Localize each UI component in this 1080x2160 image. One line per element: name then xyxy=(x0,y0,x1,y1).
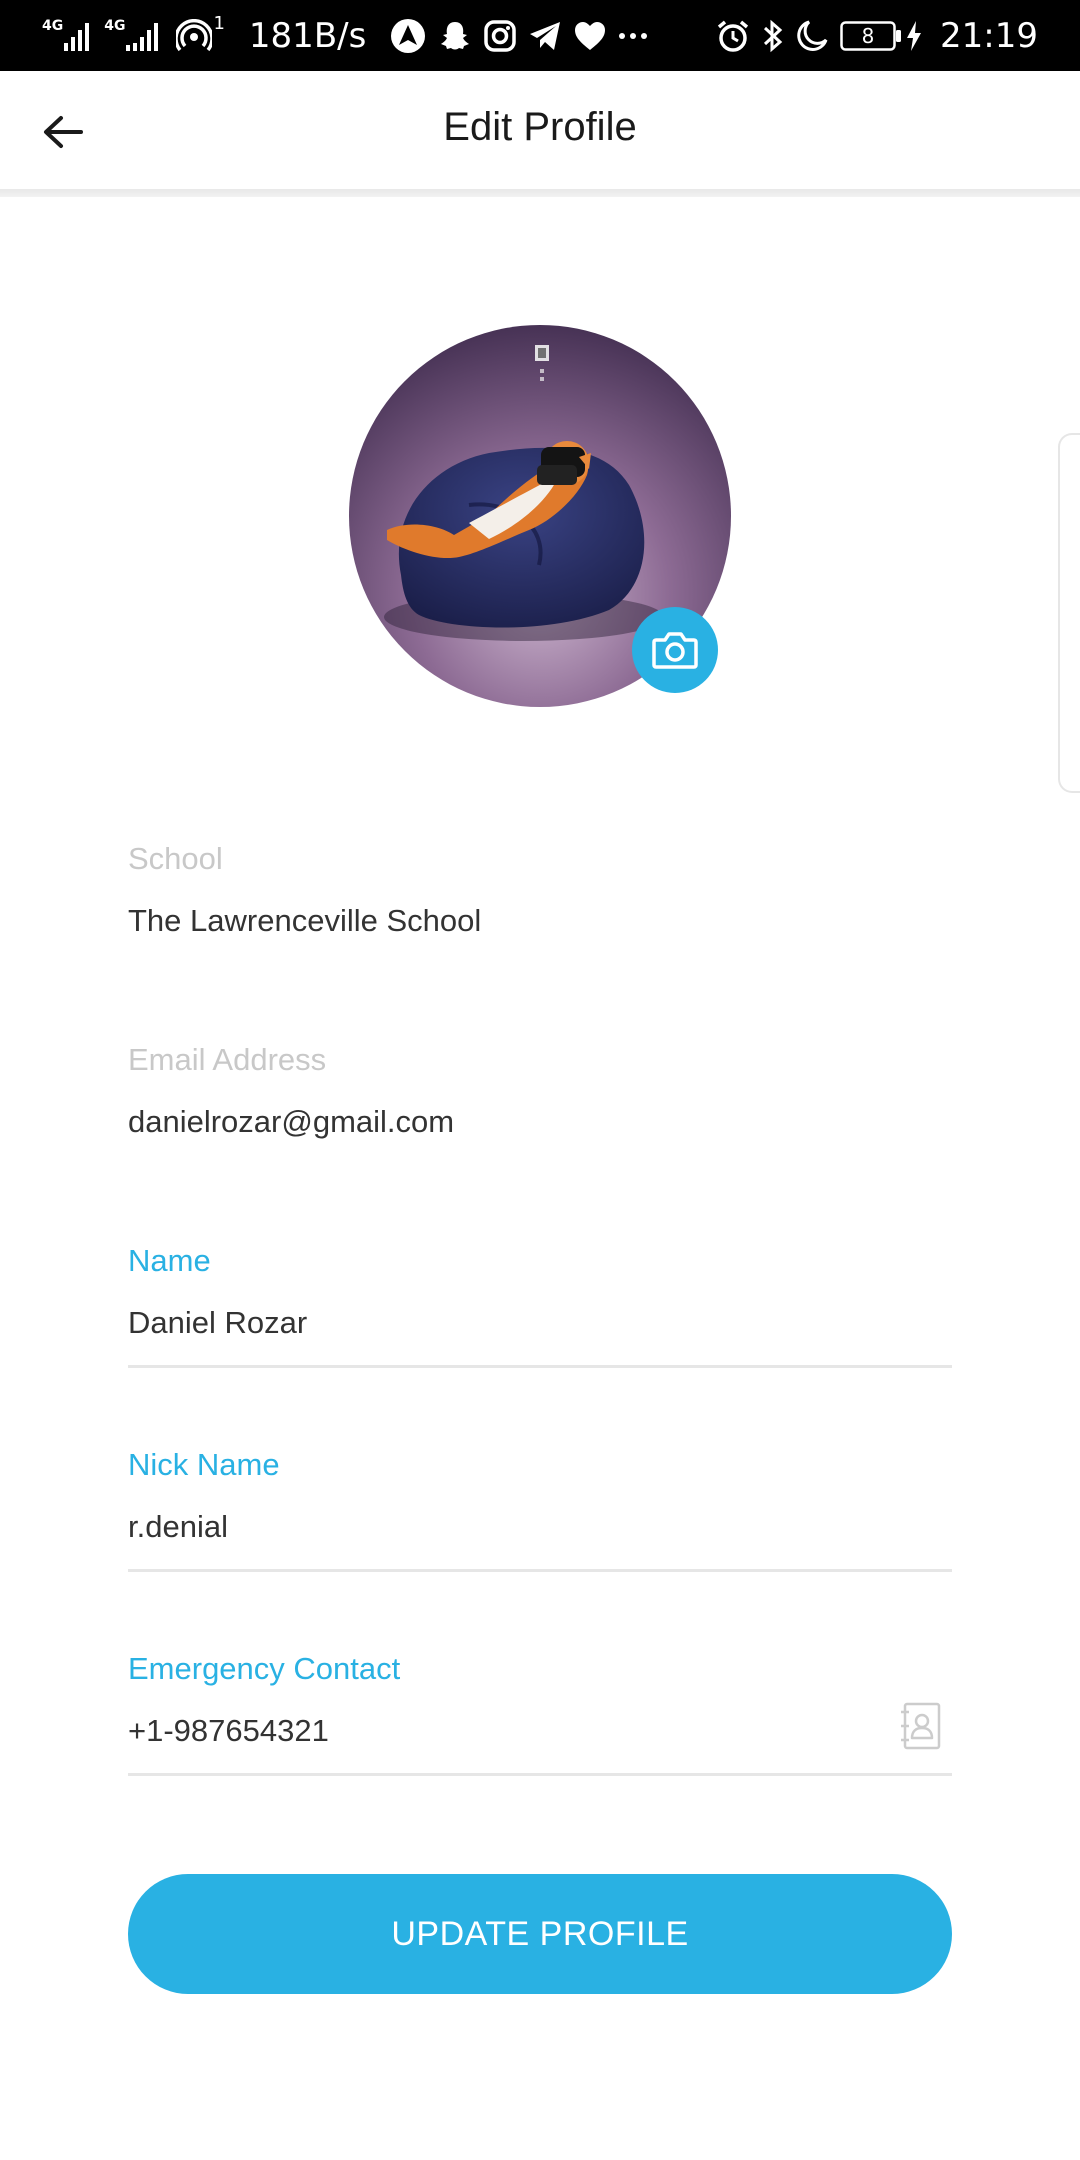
camera-icon xyxy=(652,632,698,669)
cellular-signal-icon: 4G xyxy=(42,17,92,51)
telegram-icon xyxy=(528,20,562,52)
email-label: Email Address xyxy=(128,1042,327,1077)
heart-icon xyxy=(574,21,606,51)
school-value: The Lawrenceville School xyxy=(128,903,482,938)
name-field: Name xyxy=(128,1241,952,1371)
nickname-field: Nick Name xyxy=(128,1445,952,1575)
network-type-label: 4G xyxy=(42,17,64,34)
bluetooth-icon xyxy=(762,19,784,53)
page-title: Edit Profile xyxy=(443,105,637,149)
contacts-book-icon xyxy=(901,1702,941,1750)
pick-contact-button[interactable] xyxy=(898,1699,942,1753)
charging-icon xyxy=(906,20,922,52)
nav-app-icon xyxy=(390,18,426,54)
email-field: Email Address danielrozar@gmail.com xyxy=(128,1040,952,1160)
app-bar-divider xyxy=(0,189,1080,197)
email-value: danielrozar@gmail.com xyxy=(128,1104,455,1139)
cellular-signal-2-icon: 4G xyxy=(104,17,164,51)
network-type-label-2: 4G xyxy=(104,17,126,34)
network-speed: 181B/s xyxy=(248,15,367,56)
moon-icon xyxy=(796,20,828,52)
avatar-section xyxy=(349,325,731,707)
battery-icon: 8 xyxy=(840,20,902,51)
app-bar: Edit Profile xyxy=(0,71,1080,189)
update-profile-button[interactable]: UPDATE PROFILE xyxy=(128,1874,952,1994)
snapchat-icon xyxy=(438,19,472,53)
emergency-contact-field: Emergency Contact xyxy=(128,1649,952,1779)
school-label: School xyxy=(128,841,223,876)
instagram-icon xyxy=(484,19,517,52)
more-icon xyxy=(618,32,648,40)
side-edge-handle[interactable] xyxy=(1058,433,1080,793)
status-bar: 4G 4G 1 181B/s 8 21:19 xyxy=(0,0,1080,71)
nickname-input[interactable] xyxy=(128,1503,868,1551)
emergency-contact-underline xyxy=(128,1773,952,1776)
status-bar-right: 8 21:19 xyxy=(716,0,1038,71)
name-underline xyxy=(128,1365,952,1368)
hotspot-icon: 1 xyxy=(176,13,225,53)
hotspot-count: 1 xyxy=(213,13,225,34)
emergency-contact-label: Emergency Contact xyxy=(128,1651,401,1686)
clock: 21:19 xyxy=(940,15,1038,56)
name-input[interactable] xyxy=(128,1299,868,1347)
emergency-contact-input[interactable] xyxy=(128,1707,828,1755)
school-field: School The Lawrenceville School xyxy=(128,839,952,959)
nickname-underline xyxy=(128,1569,952,1572)
name-label: Name xyxy=(128,1243,211,1278)
change-photo-button[interactable] xyxy=(632,607,718,693)
status-bar-left: 4G 4G 1 181B/s xyxy=(42,0,660,71)
nickname-label: Nick Name xyxy=(128,1447,280,1482)
battery-level: 8 xyxy=(861,23,875,48)
alarm-icon xyxy=(716,19,750,53)
